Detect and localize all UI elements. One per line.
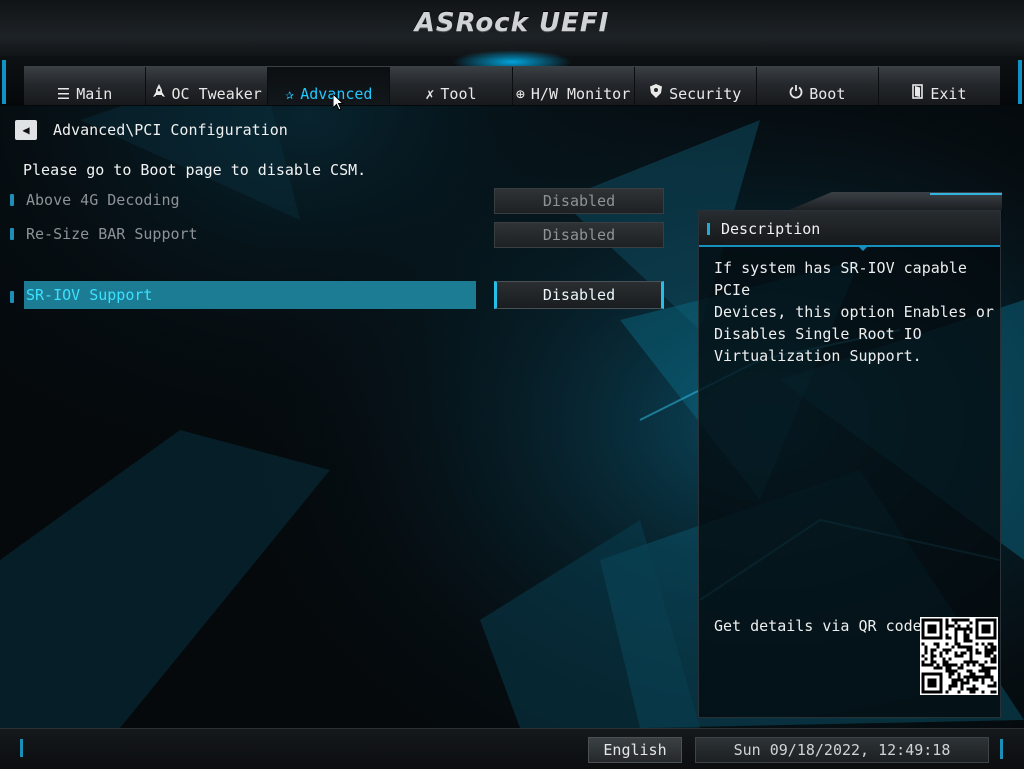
tools-icon: ✗ xyxy=(425,85,435,103)
description-header: Description xyxy=(699,211,1000,251)
setting-label: Re-Size BAR Support xyxy=(26,225,198,243)
description-line: If system has SR-IOV capable PCIe xyxy=(714,259,967,299)
tab-label: Security xyxy=(669,85,742,103)
setting-label: Above 4G Decoding xyxy=(26,191,180,209)
star-icon: ✰ xyxy=(285,85,295,103)
description-panel: Description If system has SR-IOV capable… xyxy=(698,210,1001,718)
rocket-icon xyxy=(152,84,166,103)
status-bar: English Sun 09/18/2022, 12:49:18 xyxy=(0,728,1024,769)
tab-tool[interactable]: ✗ Tool xyxy=(390,67,513,105)
nav-edge-right xyxy=(1018,60,1022,104)
mouse-cursor-icon xyxy=(333,94,345,111)
tab-label: Exit xyxy=(930,85,967,103)
tab-main[interactable]: ☰ Main xyxy=(24,67,147,105)
tab-label: H/W Monitor xyxy=(530,85,631,103)
tab-boot[interactable]: Boot xyxy=(757,67,879,105)
tab-exit[interactable]: Exit xyxy=(879,67,1000,105)
exit-door-icon xyxy=(912,84,924,103)
tab-hw-monitor[interactable]: ⊕ H/W Monitor xyxy=(513,67,635,105)
shield-icon xyxy=(649,84,663,103)
date-time-display: Sun 09/18/2022, 12:49:18 xyxy=(695,737,989,763)
monitor-dial-icon: ⊕ xyxy=(515,85,525,103)
asrock-uefi-logo: ASRock UEFI xyxy=(414,8,610,38)
nav-edge-left xyxy=(2,60,6,104)
qr-code xyxy=(920,617,998,695)
list-icon: ☰ xyxy=(56,85,71,103)
back-arrow-icon[interactable]: ◀ xyxy=(15,120,37,140)
description-tab-accent xyxy=(930,193,1002,195)
tab-security[interactable]: Security xyxy=(635,67,757,105)
description-text: If system has SR-IOV capable PCIe Device… xyxy=(714,257,994,367)
setting-resize-bar-support[interactable]: Re-Size BAR Support Disabled xyxy=(10,222,670,248)
row-marker xyxy=(10,291,14,303)
tab-label: Boot xyxy=(809,85,846,103)
header-marker xyxy=(707,223,710,235)
description-line: Virtualization Support. xyxy=(714,347,922,365)
footer-marker xyxy=(20,739,23,757)
tab-label: Tool xyxy=(440,85,477,103)
breadcrumb: ◀ Advanced\PCI Configuration xyxy=(15,120,288,140)
row-marker xyxy=(10,228,14,240)
setting-value-dropdown[interactable]: Disabled xyxy=(494,188,664,214)
setting-sr-iov-support[interactable]: SR-IOV Support Disabled xyxy=(10,281,670,311)
footer-edge xyxy=(1000,739,1003,759)
power-icon xyxy=(789,84,803,103)
setting-label: SR-IOV Support xyxy=(26,286,153,304)
tab-oc-tweaker[interactable]: OC Tweaker xyxy=(146,67,269,105)
header-notch xyxy=(857,245,869,251)
description-line: Devices, this option Enables or xyxy=(714,303,994,321)
tab-advanced[interactable]: ✰ Advanced xyxy=(268,67,391,105)
breadcrumb-path: Advanced\PCI Configuration xyxy=(53,121,288,139)
qr-code-label: Get details via QR code xyxy=(714,617,922,635)
description-line: Disables Single Root IO xyxy=(714,325,922,343)
language-button[interactable]: English xyxy=(588,737,682,763)
main-menu-tabs: ☰ Main OC Tweaker ✰ Advanced ✗ Tool ⊕ H/… xyxy=(24,66,1000,105)
tab-label: OC Tweaker xyxy=(171,85,262,103)
setting-value-dropdown[interactable]: Disabled xyxy=(494,281,664,309)
tab-label: Main xyxy=(76,85,113,103)
description-title: Description xyxy=(721,220,821,238)
setting-above-4g-decoding[interactable]: Above 4G Decoding Disabled xyxy=(10,188,670,214)
setting-value-dropdown[interactable]: Disabled xyxy=(494,222,664,248)
row-marker xyxy=(10,194,14,206)
csm-notice: Please go to Boot page to disable CSM. xyxy=(23,161,367,179)
